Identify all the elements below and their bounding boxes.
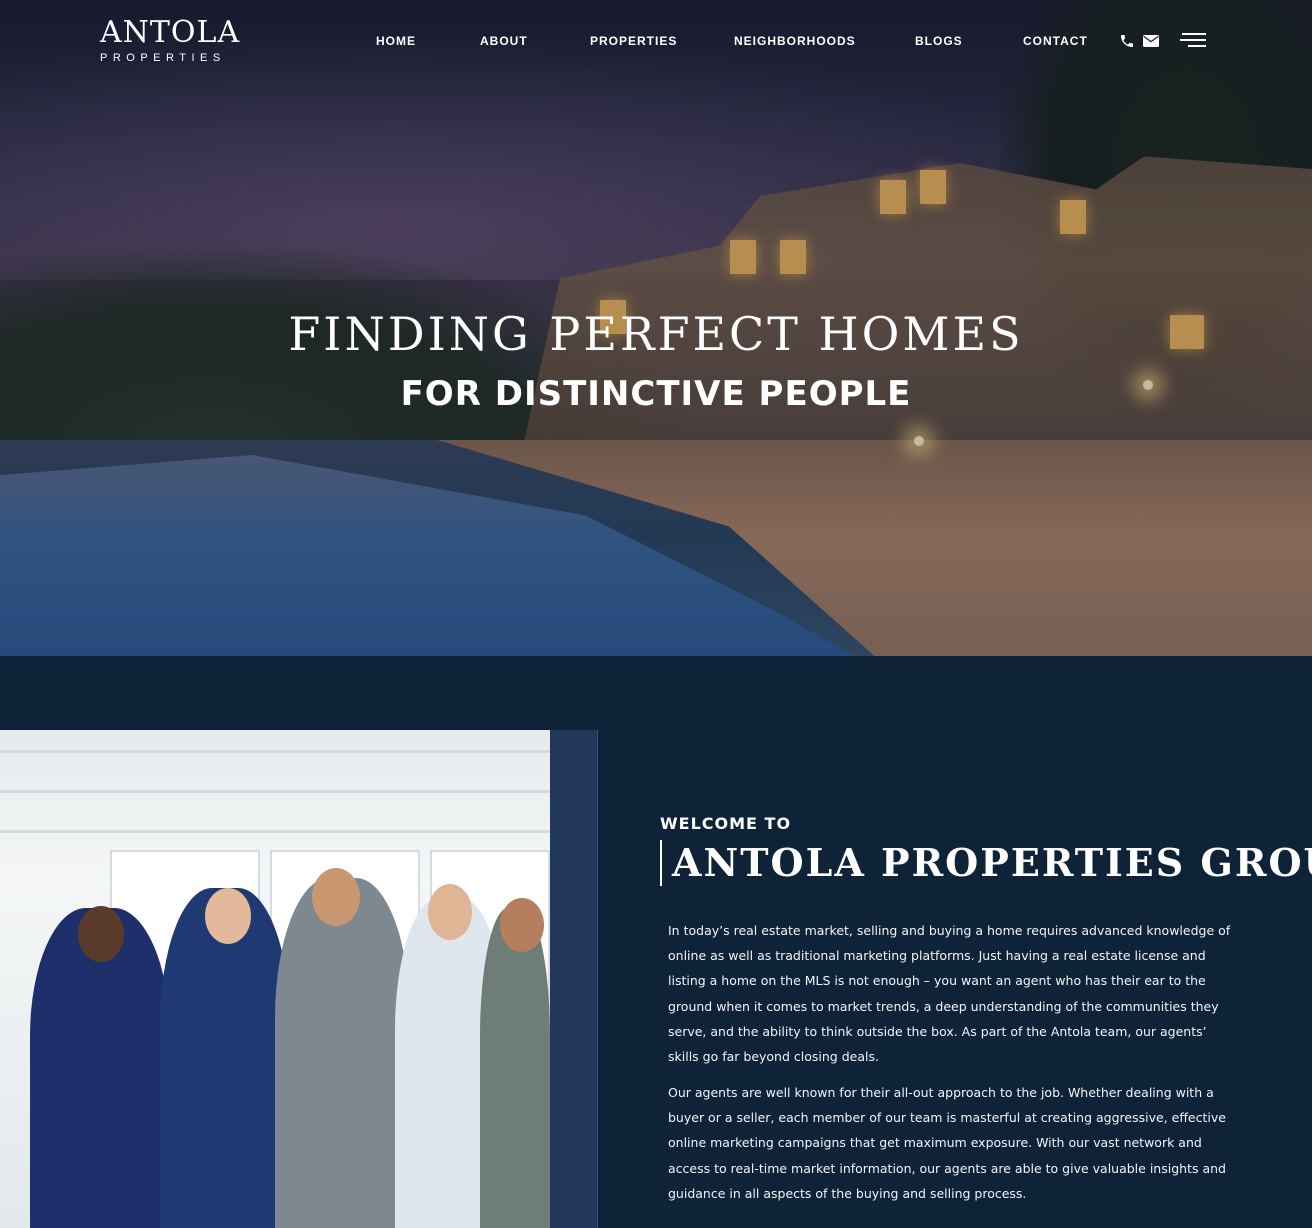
logo-wordmark: ANTOLA [100,15,241,50]
nav-link-neighborhoods[interactable]: NEIGHBORHOODS [734,34,856,48]
phone-icon[interactable] [1118,32,1136,50]
hero-subtitle: FOR DISTINCTIVE PEOPLE [400,374,912,414]
ceiling-beam [0,790,550,793]
nav-link-properties[interactable]: PROPERTIES [590,34,677,48]
team-member [275,878,410,1228]
menu-icon[interactable] [1180,33,1206,49]
nav-link-blogs[interactable]: BLOGS [915,34,963,48]
logo-tagline: PROPERTIES [100,52,226,64]
hero-banner: FINDING PERFECT HOMES FOR DISTINCTIVE PE… [0,0,1312,656]
about-title: ANTOLA PROPERTIES GROUP [660,840,1312,886]
ceiling-beam [0,750,550,753]
hero-title: FINDING PERFECT HOMES [288,307,1024,361]
ceiling-beam [0,830,550,833]
team-member-head [428,884,472,940]
nav-link-about[interactable]: ABOUT [480,34,528,48]
team-member-head [500,898,544,952]
team-photo [0,730,550,1228]
main-navigation: ANTOLA PROPERTIES HOME ABOUT PROPERTIES … [0,0,1312,84]
nav-link-home[interactable]: HOME [376,34,416,48]
about-paragraph-1: In today’s real estate market, selling a… [668,923,1231,1065]
team-member-head [312,868,360,926]
mail-icon[interactable] [1142,32,1160,50]
about-section: WELCOME TO ANTOLA PROPERTIES GROUP In to… [0,656,1312,1228]
nav-link-contact[interactable]: CONTACT [1023,34,1088,48]
site-logo[interactable]: ANTOLA PROPERTIES [100,15,241,65]
team-member-head [205,888,251,944]
team-member-head [78,906,124,962]
about-paragraph-2: Our agents are well known for their all-… [668,1085,1226,1201]
welcome-eyebrow: WELCOME TO [660,814,792,833]
team-member [480,908,550,1228]
